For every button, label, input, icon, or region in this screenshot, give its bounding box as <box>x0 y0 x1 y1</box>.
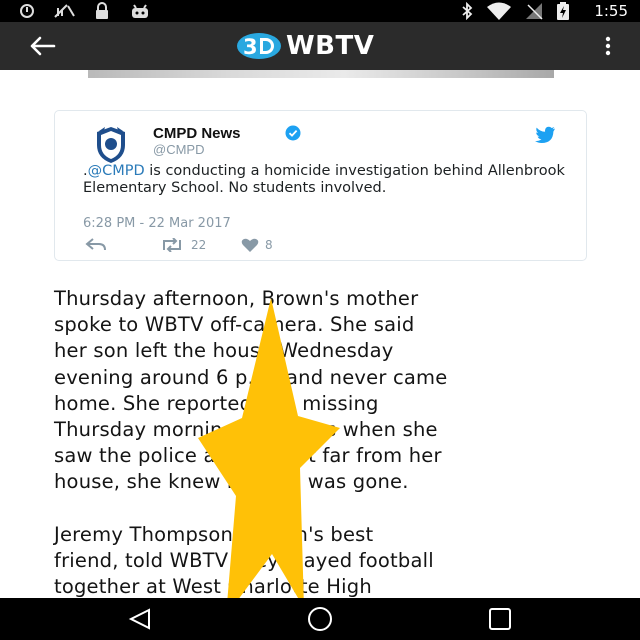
recents-square-icon[interactable] <box>480 603 520 635</box>
logo-3d-badge-icon: 3 <box>237 33 281 59</box>
back-arrow-icon[interactable] <box>22 30 62 62</box>
system-nav-bar <box>0 598 640 640</box>
article-line: house, she knew her son was gone. <box>54 470 409 494</box>
tweet-text-body: is conducting a homicide investigation b… <box>83 163 565 196</box>
home-circle-icon[interactable] <box>300 603 340 635</box>
sync-icon <box>18 2 36 20</box>
retweet-count: 22 <box>191 238 207 252</box>
article-paragraph-1: Thursday afternoon, Brown's mother spoke… <box>54 286 594 496</box>
reply-icon <box>85 238 106 251</box>
overflow-menu-icon[interactable] <box>596 30 620 62</box>
tweet-timestamp[interactable]: 6:28 PM - 22 Mar 2017 <box>83 216 231 231</box>
android-icon <box>130 2 150 20</box>
article-line: Thursday morning. She says when she <box>54 418 438 442</box>
twitter-bird-icon[interactable] <box>534 126 556 144</box>
logo-badge-text: 3 <box>243 35 258 59</box>
like-count: 8 <box>265 238 273 252</box>
article-line: together at West Charlotte High <box>54 575 372 598</box>
tweet-text: .@CMPD is conducting a homicide investig… <box>83 163 573 197</box>
embedded-tweet[interactable]: CMPD News @CMPD .@CMPD is conducting a h… <box>54 110 587 261</box>
article-line: Thursday afternoon, Brown's mother <box>54 287 419 310</box>
article-line: evening around 6 p.m. and never came <box>54 365 448 389</box>
wifi-icon <box>486 2 512 20</box>
article-line: spoke to WBTV off-camera. She said <box>54 313 415 337</box>
retweet-icon <box>163 238 181 252</box>
signal-icon <box>524 2 544 20</box>
reply-button[interactable] <box>85 237 107 253</box>
article-line: Jeremy Thompson, Brown's best <box>54 522 374 546</box>
article-line: home. She reported him missing <box>54 391 379 415</box>
article-line: saw the police activity not far from her <box>54 444 442 468</box>
article-paragraph-2: Jeremy Thompson, Brown's best friend, to… <box>54 522 594 598</box>
tweet-mention-link[interactable]: @CMPD <box>88 163 145 179</box>
wbtv-logo: 3 WBTV <box>236 31 374 61</box>
verified-badge-icon <box>285 125 301 141</box>
like-button[interactable]: 8 <box>241 237 273 253</box>
tweet-author-handle[interactable]: @CMPD <box>153 142 204 157</box>
app-bar: 3 WBTV <box>0 22 640 70</box>
back-triangle-icon[interactable] <box>120 603 160 635</box>
status-bar: 1:55 <box>0 0 640 22</box>
tweet-actions: 22 8 <box>85 237 385 253</box>
retweet-button[interactable]: 22 <box>159 237 206 253</box>
article-content[interactable]: CMPD News @CMPD .@CMPD is conducting a h… <box>0 70 640 598</box>
logo-text: WBTV <box>286 31 375 61</box>
tweet-author-name[interactable]: CMPD News <box>153 125 241 142</box>
status-time: 1:55 <box>594 2 628 20</box>
article-image-bottom-edge <box>88 70 554 78</box>
lock-icon <box>94 2 110 20</box>
article-line: her son left the house Wednesday <box>54 339 394 363</box>
article-body: Thursday afternoon, Brown's mother spoke… <box>54 286 594 598</box>
article-line: friend, told WBTV they played football <box>54 548 434 572</box>
battery-charging-icon <box>556 2 570 20</box>
data-off-icon <box>52 2 78 20</box>
cmpd-badge-avatar[interactable] <box>91 125 131 165</box>
bluetooth-icon <box>460 1 474 21</box>
heart-icon <box>241 238 259 252</box>
